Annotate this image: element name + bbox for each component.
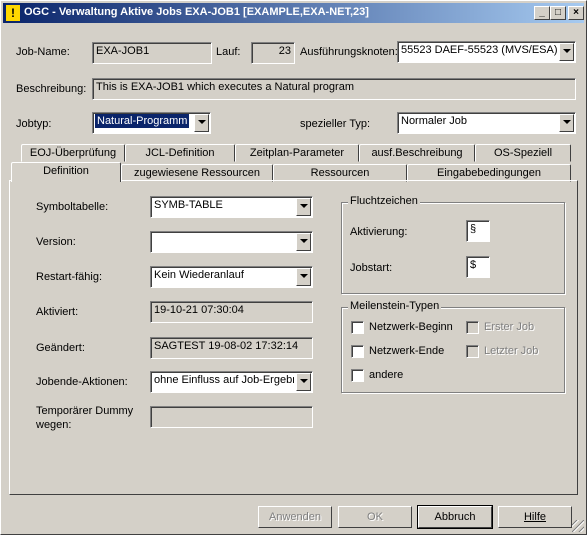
title-bar[interactable]: ! OGC - Verwaltung Aktive Jobs EXA-JOB1 … [3,3,584,23]
netzwerk-ende-checkbox[interactable] [351,345,364,358]
jobtyp-select[interactable]: Natural-Programm [92,112,211,134]
help-button-label: Hilfe [523,511,546,523]
chevron-down-icon[interactable] [296,268,311,286]
netzwerk-ende-label: Netzwerk-Ende [369,345,445,357]
window-title: OGC - Verwaltung Aktive Jobs EXA-JOB1 [E… [24,6,369,18]
tab-jcl-definition[interactable]: JCL-Definition [125,144,235,162]
main-window: ! OGC - Verwaltung Aktive Jobs EXA-JOB1 … [0,0,587,535]
letzter-job-checkbox [466,345,479,358]
node-select-value: 55523 DAEF-55523 (MVS/ESA) [401,44,557,56]
resize-grip-icon[interactable] [572,520,584,532]
chevron-down-icon[interactable] [296,233,311,251]
chevron-down-icon[interactable] [559,43,574,61]
tab-zeitplan-parameter[interactable]: Zeitplan-Parameter [235,144,359,162]
tab-eoj-ueberpruefung[interactable]: EOJ-Überprüfung [21,144,125,162]
chevron-down-icon[interactable] [194,114,209,132]
jobstart-input[interactable]: $ [466,256,490,278]
cancel-button[interactable]: Abbruch [417,505,493,529]
chevron-down-icon[interactable] [559,114,574,132]
tab-definition[interactable]: Definition [11,162,121,182]
netzwerk-beginn-checkbox[interactable] [351,321,364,334]
chevron-down-icon[interactable] [296,373,311,391]
jobstart-label: Jobstart: [350,262,393,274]
version-select[interactable] [150,231,313,253]
job-name-field: EXA-JOB1 [92,42,212,64]
fluchtzeichen-title: Fluchtzeichen [348,195,420,207]
special-type-value: Normaler Job [401,115,468,127]
lauf-label: Lauf: [216,46,241,58]
netzwerk-beginn-label: Netzwerk-Beginn [369,321,453,333]
help-button[interactable]: Hilfe [498,506,572,528]
minimize-button[interactable]: _ [534,6,550,20]
jobtyp-select-value: Natural-Programm [95,114,190,128]
erster-job-label: Erster Job [484,321,535,333]
aktiviert-field: 19-10-21 07:30:04 [150,301,313,323]
restart-select[interactable]: Kein Wiederanlauf [150,266,313,288]
chevron-down-icon[interactable] [296,198,311,216]
apply-button[interactable]: Anwenden [258,506,332,528]
andere-label: andere [369,369,404,381]
restart-value: Kein Wiederanlauf [154,269,244,281]
node-select[interactable]: 55523 DAEF-55523 (MVS/ESA) [397,41,576,63]
close-button[interactable]: × [568,6,584,20]
jobende-value: ohne Einfluss auf Job-Ergebnis [154,374,294,386]
jobende-select[interactable]: ohne Einfluss auf Job-Ergebnis [150,371,313,393]
aktivierung-input[interactable]: § [466,220,490,242]
special-type-label: spezieller Typ: [300,118,371,130]
letzter-job-label: Letzter Job [484,345,539,357]
tab-ausf-beschreibung[interactable]: ausf.Beschreibung [359,144,475,162]
fluchtzeichen-group: Fluchtzeichen [341,195,565,294]
erster-job-checkbox [466,321,479,334]
description-field: This is EXA-JOB1 which executes a Natura… [92,78,576,100]
andere-checkbox[interactable] [351,369,364,382]
lauf-field: 23 [251,42,295,64]
job-name-label: Job-Name: [16,46,70,58]
symboltabelle-value: SYMB-TABLE [154,199,223,211]
dummy-field [150,406,313,428]
special-type-select[interactable]: Normaler Job [397,112,576,134]
symboltabelle-select[interactable]: SYMB-TABLE [150,196,313,218]
geaendert-field: SAGTEST 19-08-02 17:32:14 [150,337,313,359]
jobtyp-label: Jobtyp: [16,118,52,130]
aktivierung-label: Aktivierung: [350,226,408,238]
description-label: Beschreibung: [16,83,87,95]
node-label: Ausführungsknoten: [300,46,398,58]
tab-os-speziell[interactable]: OS-Speziell [475,144,571,162]
meilenstein-title: Meilenstein-Typen [348,300,442,312]
ok-button[interactable]: OK [338,506,412,528]
maximize-button[interactable]: □ [550,6,566,20]
app-icon: ! [6,5,20,21]
